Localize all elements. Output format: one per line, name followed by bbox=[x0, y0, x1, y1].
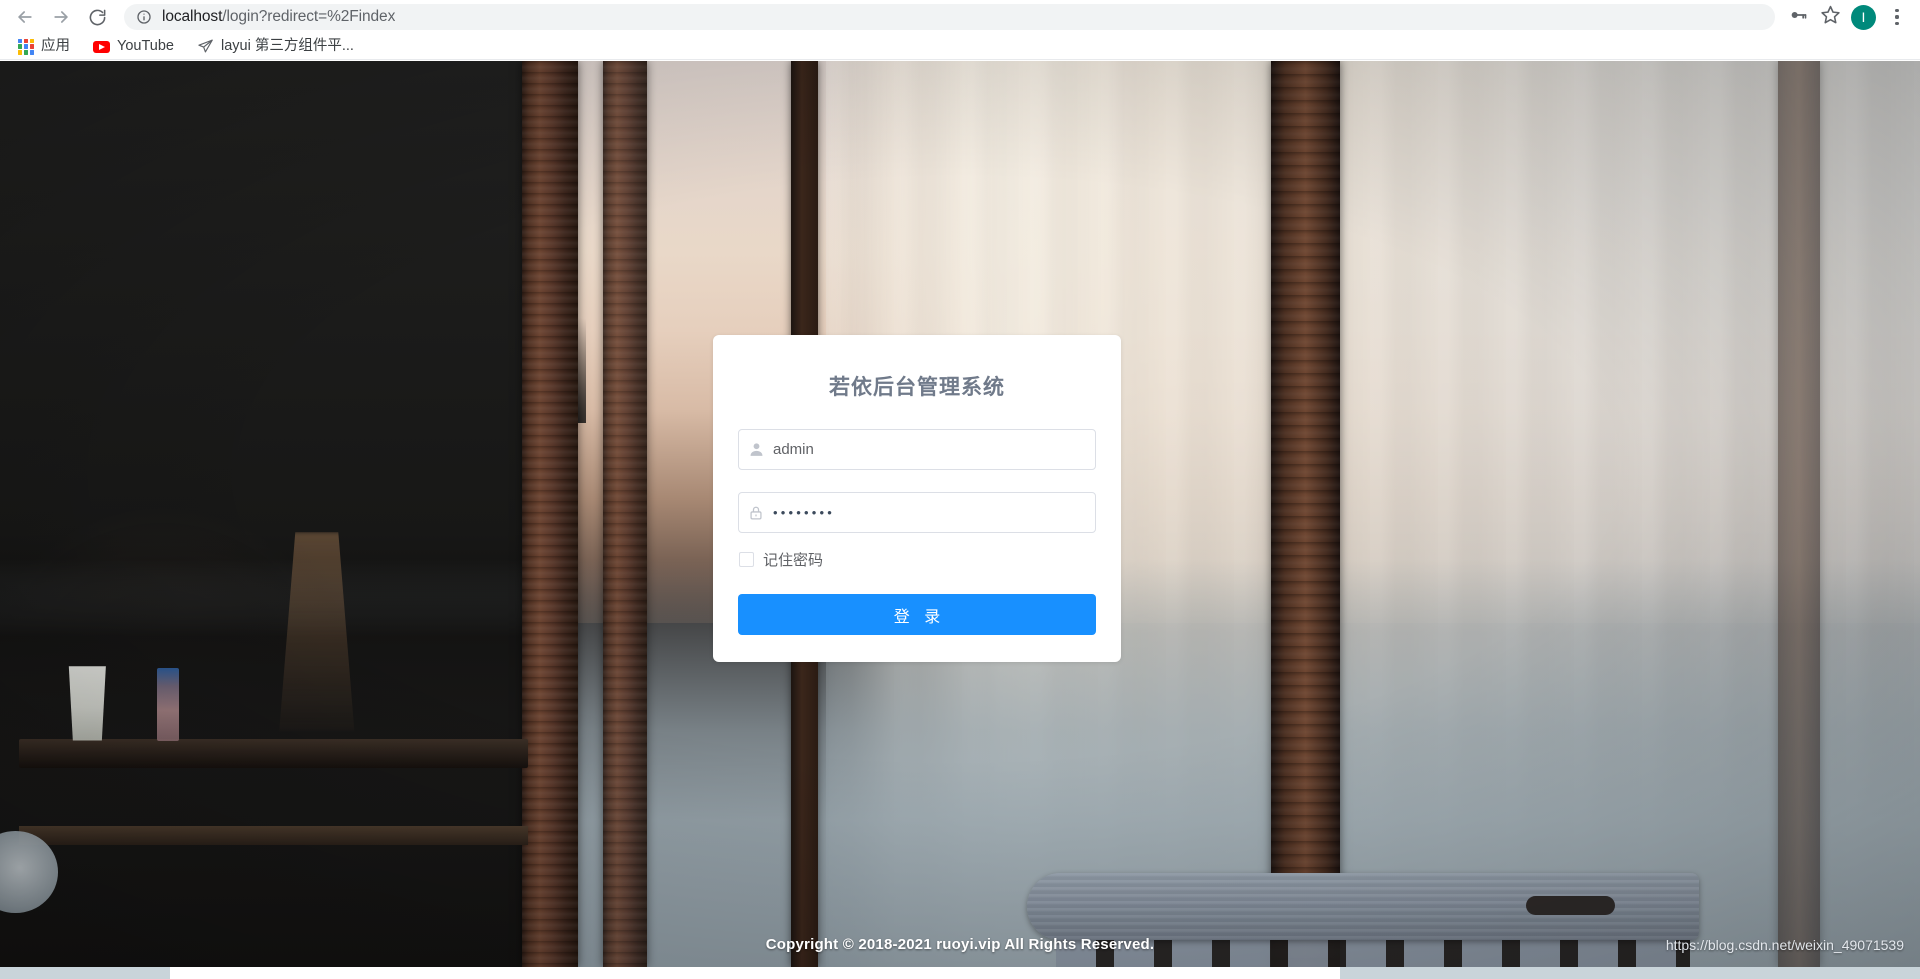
user-icon bbox=[739, 441, 773, 458]
address-host: localhost bbox=[162, 9, 223, 25]
bookmark-youtube-label: YouTube bbox=[117, 38, 174, 55]
page-viewport: 若依后台管理系统 •••••• bbox=[0, 61, 1920, 967]
password-manager-button[interactable] bbox=[1783, 2, 1813, 32]
remember-password-checkbox[interactable] bbox=[739, 552, 754, 567]
bookmark-layui[interactable]: layui 第三方组件平... bbox=[193, 36, 363, 57]
profile-avatar[interactable]: I bbox=[1851, 4, 1876, 30]
lock-icon bbox=[739, 505, 773, 521]
address-bar[interactable]: localhost/login?redirect=%2Findex bbox=[124, 4, 1775, 30]
browser-window: localhost/login?redirect=%2Findex I 应用 Y… bbox=[0, 0, 1920, 979]
kebab-menu-icon bbox=[1895, 9, 1899, 13]
taskbar-strip-segment bbox=[170, 967, 1340, 979]
browser-menu-button[interactable] bbox=[1884, 2, 1910, 32]
key-icon bbox=[1788, 5, 1808, 30]
reload-button[interactable] bbox=[80, 0, 114, 34]
site-info-icon[interactable] bbox=[136, 9, 152, 25]
copyright-text: Copyright © 2018-2021 ruoyi.vip All Righ… bbox=[765, 936, 1155, 953]
apps-grid-icon bbox=[18, 38, 34, 55]
address-bar-text: localhost/login?redirect=%2Findex bbox=[162, 9, 395, 25]
password-field[interactable]: •••••••• bbox=[738, 492, 1096, 533]
browser-toolbar: localhost/login?redirect=%2Findex I bbox=[0, 0, 1920, 34]
password-input[interactable]: •••••••• bbox=[773, 506, 835, 519]
login-submit-label: 登 录 bbox=[893, 608, 946, 626]
bookmark-star-button[interactable] bbox=[1815, 2, 1845, 32]
paper-plane-icon bbox=[197, 38, 214, 55]
back-button[interactable] bbox=[8, 0, 42, 34]
bookmark-apps-label: 应用 bbox=[41, 38, 70, 55]
youtube-icon bbox=[93, 40, 110, 53]
address-path: /login?redirect=%2Findex bbox=[222, 9, 396, 25]
reload-icon bbox=[88, 8, 107, 27]
bookmark-apps[interactable]: 应用 bbox=[14, 37, 79, 57]
watermark-url: https://blog.csdn.net/weixin_49071539 bbox=[1665, 937, 1904, 953]
username-input[interactable] bbox=[773, 430, 1095, 469]
bookmark-layui-label: layui 第三方组件平... bbox=[220, 38, 354, 55]
remember-password-row[interactable]: 记住密码 bbox=[739, 549, 1096, 570]
forward-button[interactable] bbox=[44, 0, 78, 34]
taskbar-strip bbox=[0, 967, 1920, 979]
bookmark-youtube[interactable]: YouTube bbox=[89, 37, 183, 56]
bookmarks-bar: 应用 YouTube layui 第三方组件平... bbox=[0, 34, 1920, 60]
remember-password-label: 记住密码 bbox=[763, 552, 824, 569]
login-title: 若依后台管理系统 bbox=[829, 376, 1005, 399]
arrow-right-icon bbox=[51, 7, 71, 27]
star-icon bbox=[1820, 4, 1841, 30]
username-field[interactable] bbox=[738, 429, 1096, 470]
arrow-left-icon bbox=[15, 7, 35, 27]
avatar-initial: I bbox=[1861, 9, 1866, 25]
login-card: 若依后台管理系统 •••••• bbox=[713, 335, 1121, 662]
login-submit-button[interactable]: 登 录 bbox=[738, 594, 1096, 635]
